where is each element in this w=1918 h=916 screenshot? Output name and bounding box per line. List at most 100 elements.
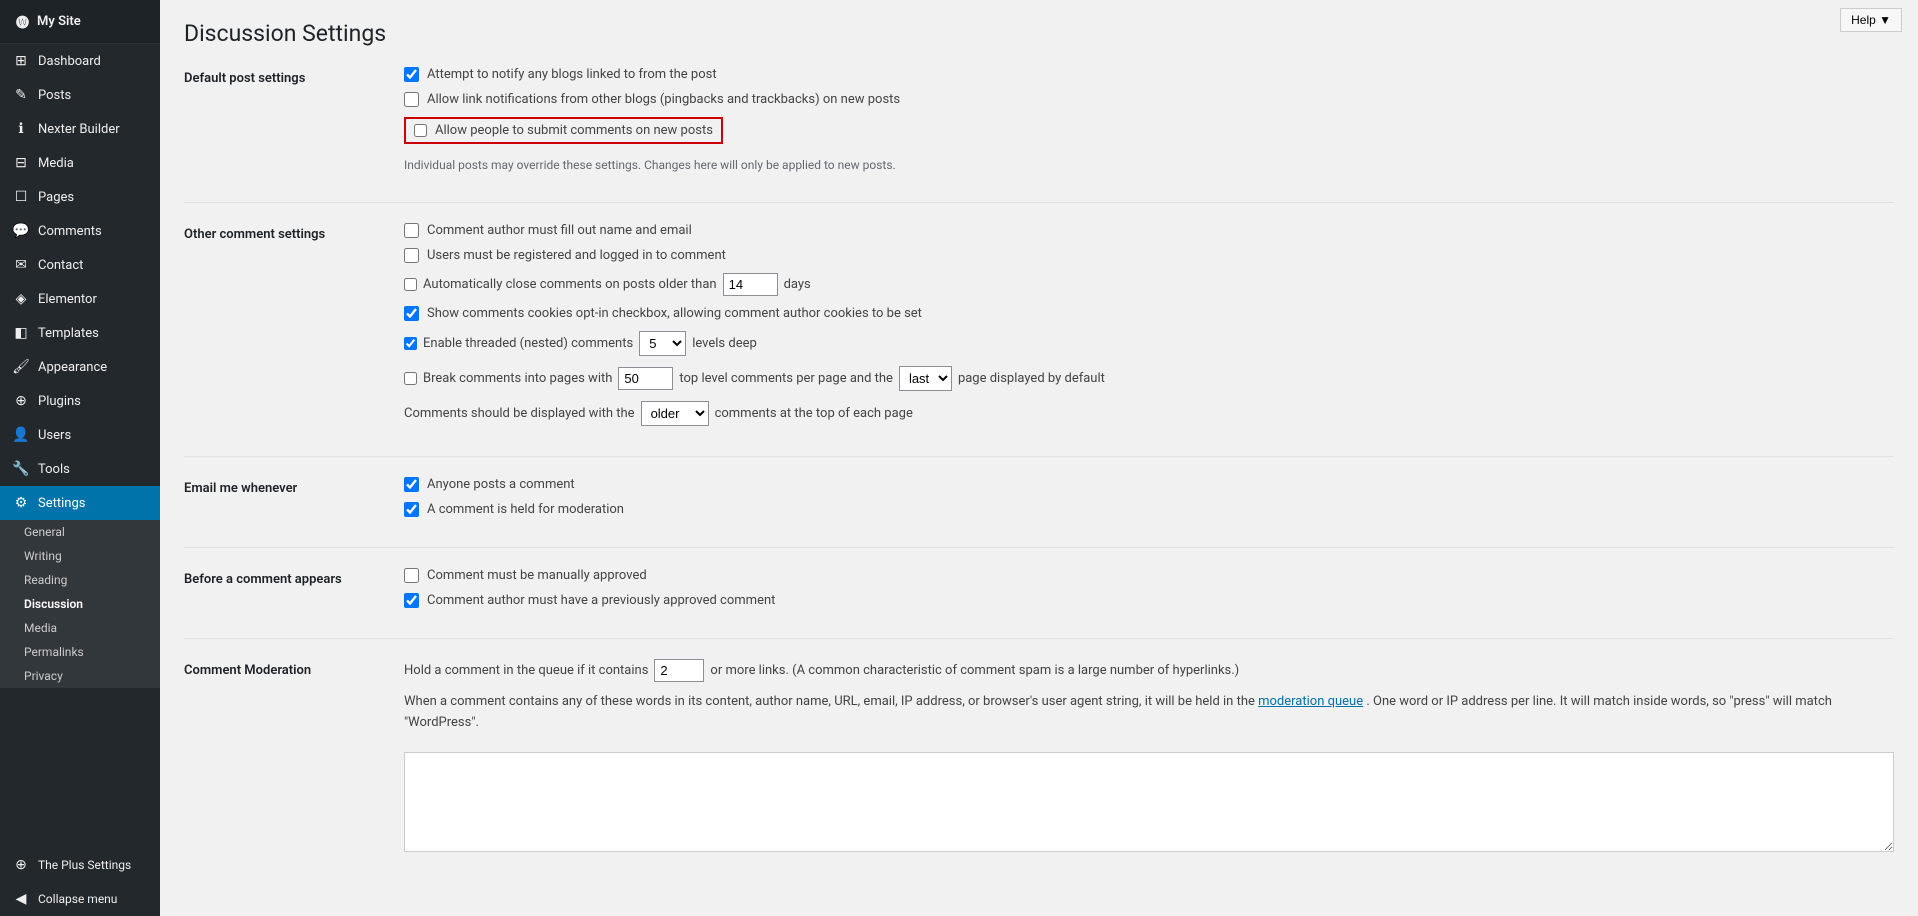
display-order-before: Comments should be displayed with the [404, 406, 635, 421]
page-display-select[interactable]: firstlast [899, 366, 952, 391]
users-icon: 👤 [12, 426, 30, 444]
media-icon: ⊟ [12, 154, 30, 172]
checkbox-row-previously-approved: Comment author must have a previously ap… [404, 593, 1894, 608]
section-comment-moderation: Comment Moderation Hold a comment in the… [184, 659, 1894, 876]
checkbox-manual-approval[interactable] [404, 568, 419, 583]
page-default-label: page displayed by default [958, 371, 1105, 386]
pages-icon: ☐ [12, 188, 30, 206]
section-label-before-comment: Before a comment appears [184, 568, 404, 618]
inline-row-threaded: Enable threaded (nested) comments 123456… [404, 331, 1894, 356]
sidebar-item-elementor[interactable]: ◈ Elementor [0, 282, 160, 316]
hold-comment-row: Hold a comment in the queue if it contai… [404, 659, 1894, 682]
sidebar-item-the-plus-settings[interactable]: ⊕ The Plus Settings [0, 848, 160, 882]
collapse-icon: ◀ [12, 890, 30, 908]
checkbox-link-notifications[interactable] [404, 92, 419, 107]
label-cookies[interactable]: Show comments cookies opt-in checkbox, a… [427, 306, 922, 321]
threaded-levels-select[interactable]: 12345678910 [639, 331, 686, 356]
settings-submenu: General Writing Reading Discussion Media… [0, 520, 160, 688]
submenu-permalinks[interactable]: Permalinks [0, 640, 160, 664]
submenu-media[interactable]: Media [0, 616, 160, 640]
help-button[interactable]: Help ▼ [1840, 8, 1902, 32]
tools-icon: 🔧 [12, 460, 30, 478]
label-previously-approved[interactable]: Comment author must have a previously ap… [427, 593, 775, 608]
label-manual-approval[interactable]: Comment must be manually approved [427, 568, 647, 583]
submenu-general[interactable]: General [0, 520, 160, 544]
dashboard-icon: ⊞ [12, 52, 30, 70]
section-content-before-comment: Comment must be manually approved Commen… [404, 568, 1894, 618]
sidebar-item-media[interactable]: ⊟ Media [0, 146, 160, 180]
sidebar-item-users[interactable]: 👤 Users [0, 418, 160, 452]
auto-close-days-input[interactable] [723, 273, 778, 296]
templates-icon: ◧ [12, 324, 30, 342]
main-content: Discussion Settings Default post setting… [160, 0, 1918, 916]
display-order-after: comments at the top of each page [715, 406, 913, 421]
plugins-icon: ⊕ [12, 392, 30, 410]
submenu-writing[interactable]: Writing [0, 544, 160, 568]
checkbox-notify-blogs[interactable] [404, 67, 419, 82]
sidebar-item-plugins[interactable]: ⊕ Plugins [0, 384, 160, 418]
label-registered[interactable]: Users must be registered and logged in t… [427, 248, 726, 263]
label-allow-comments[interactable]: Allow people to submit comments on new p… [435, 123, 713, 138]
posts-icon: ✎ [12, 86, 30, 104]
appearance-icon: 🖌 [12, 358, 30, 376]
sidebar-item-dashboard[interactable]: ⊞ Dashboard [0, 44, 160, 78]
inline-row-auto-close: Automatically close comments on posts ol… [404, 273, 1894, 296]
submenu-reading[interactable]: Reading [0, 568, 160, 592]
hold-text-before: Hold a comment in the queue if it contai… [404, 663, 648, 678]
nexter-builder-icon: ℹ [12, 120, 30, 138]
sidebar-item-nexter-builder[interactable]: ℹ Nexter Builder [0, 112, 160, 146]
checkbox-row-notify-blogs: Attempt to notify any blogs linked to fr… [404, 67, 1894, 82]
label-break-comments[interactable]: Break comments into pages with [423, 371, 612, 386]
checkbox-row-held-moderation: A comment is held for moderation [404, 502, 1894, 517]
section-email-me-whenever: Email me whenever Anyone posts a comment… [184, 477, 1894, 548]
top-level-label: top level comments per page and the [679, 371, 893, 386]
page-title: Discussion Settings [184, 20, 1894, 47]
label-threaded[interactable]: Enable threaded (nested) comments [423, 336, 633, 351]
section-label-other: Other comment settings [184, 223, 404, 436]
sidebar-item-settings[interactable]: ⚙ Settings [0, 486, 160, 520]
levels-deep-label: levels deep [692, 336, 757, 351]
label-auto-close[interactable]: Automatically close comments on posts ol… [423, 277, 717, 292]
sidebar-item-tools[interactable]: 🔧 Tools [0, 452, 160, 486]
checkbox-allow-comments[interactable] [414, 124, 427, 137]
the-plus-settings-icon: ⊕ [12, 856, 30, 874]
checkbox-previously-approved[interactable] [404, 593, 419, 608]
checkbox-held-moderation[interactable] [404, 502, 419, 517]
display-order-select[interactable]: oldernewer [641, 401, 709, 426]
sidebar-item-templates[interactable]: ◧ Templates [0, 316, 160, 350]
checkbox-anyone-posts[interactable] [404, 477, 419, 492]
checkbox-break-comments[interactable] [404, 372, 417, 385]
checkbox-cookies[interactable] [404, 306, 419, 321]
moderation-textarea[interactable] [404, 752, 1894, 852]
sidebar-item-comments[interactable]: 💬 Comments [0, 214, 160, 248]
sidebar-item-appearance[interactable]: 🖌 Appearance [0, 350, 160, 384]
moderation-queue-link[interactable]: moderation queue [1258, 694, 1363, 709]
label-link-notifications[interactable]: Allow link notifications from other blog… [427, 92, 900, 107]
checkbox-threaded[interactable] [404, 337, 417, 350]
elementor-icon: ◈ [12, 290, 30, 308]
hold-links-input[interactable] [654, 659, 704, 682]
label-notify-blogs[interactable]: Attempt to notify any blogs linked to fr… [427, 67, 717, 82]
days-label: days [784, 277, 811, 292]
submenu-discussion[interactable]: Discussion [0, 592, 160, 616]
section-before-comment: Before a comment appears Comment must be… [184, 568, 1894, 639]
checkbox-auto-close[interactable] [404, 278, 417, 291]
sidebar-item-posts[interactable]: ✎ Posts [0, 78, 160, 112]
checkbox-row-link-notifications: Allow link notifications from other blog… [404, 92, 1894, 107]
sidebar-item-pages[interactable]: ☐ Pages [0, 180, 160, 214]
label-held-moderation[interactable]: A comment is held for moderation [427, 502, 624, 517]
checkbox-row-registered: Users must be registered and logged in t… [404, 248, 1894, 263]
checkbox-registered[interactable] [404, 248, 419, 263]
sidebar-logo: 🅦 My Site [0, 0, 160, 44]
break-comments-input[interactable] [618, 367, 673, 390]
label-author-name[interactable]: Comment author must fill out name and em… [427, 223, 692, 238]
highlighted-allow-comments-row: Allow people to submit comments on new p… [404, 117, 723, 144]
label-anyone-posts[interactable]: Anyone posts a comment [427, 477, 575, 492]
submenu-privacy[interactable]: Privacy [0, 664, 160, 688]
sidebar-item-contact[interactable]: ✉ Contact [0, 248, 160, 282]
section-content-default: Attempt to notify any blogs linked to fr… [404, 67, 1894, 182]
checkbox-row-author-name: Comment author must fill out name and em… [404, 223, 1894, 238]
sidebar-item-collapse-menu[interactable]: ◀ Collapse menu [0, 882, 160, 916]
checkbox-author-name[interactable] [404, 223, 419, 238]
section-label-default: Default post settings [184, 67, 404, 182]
